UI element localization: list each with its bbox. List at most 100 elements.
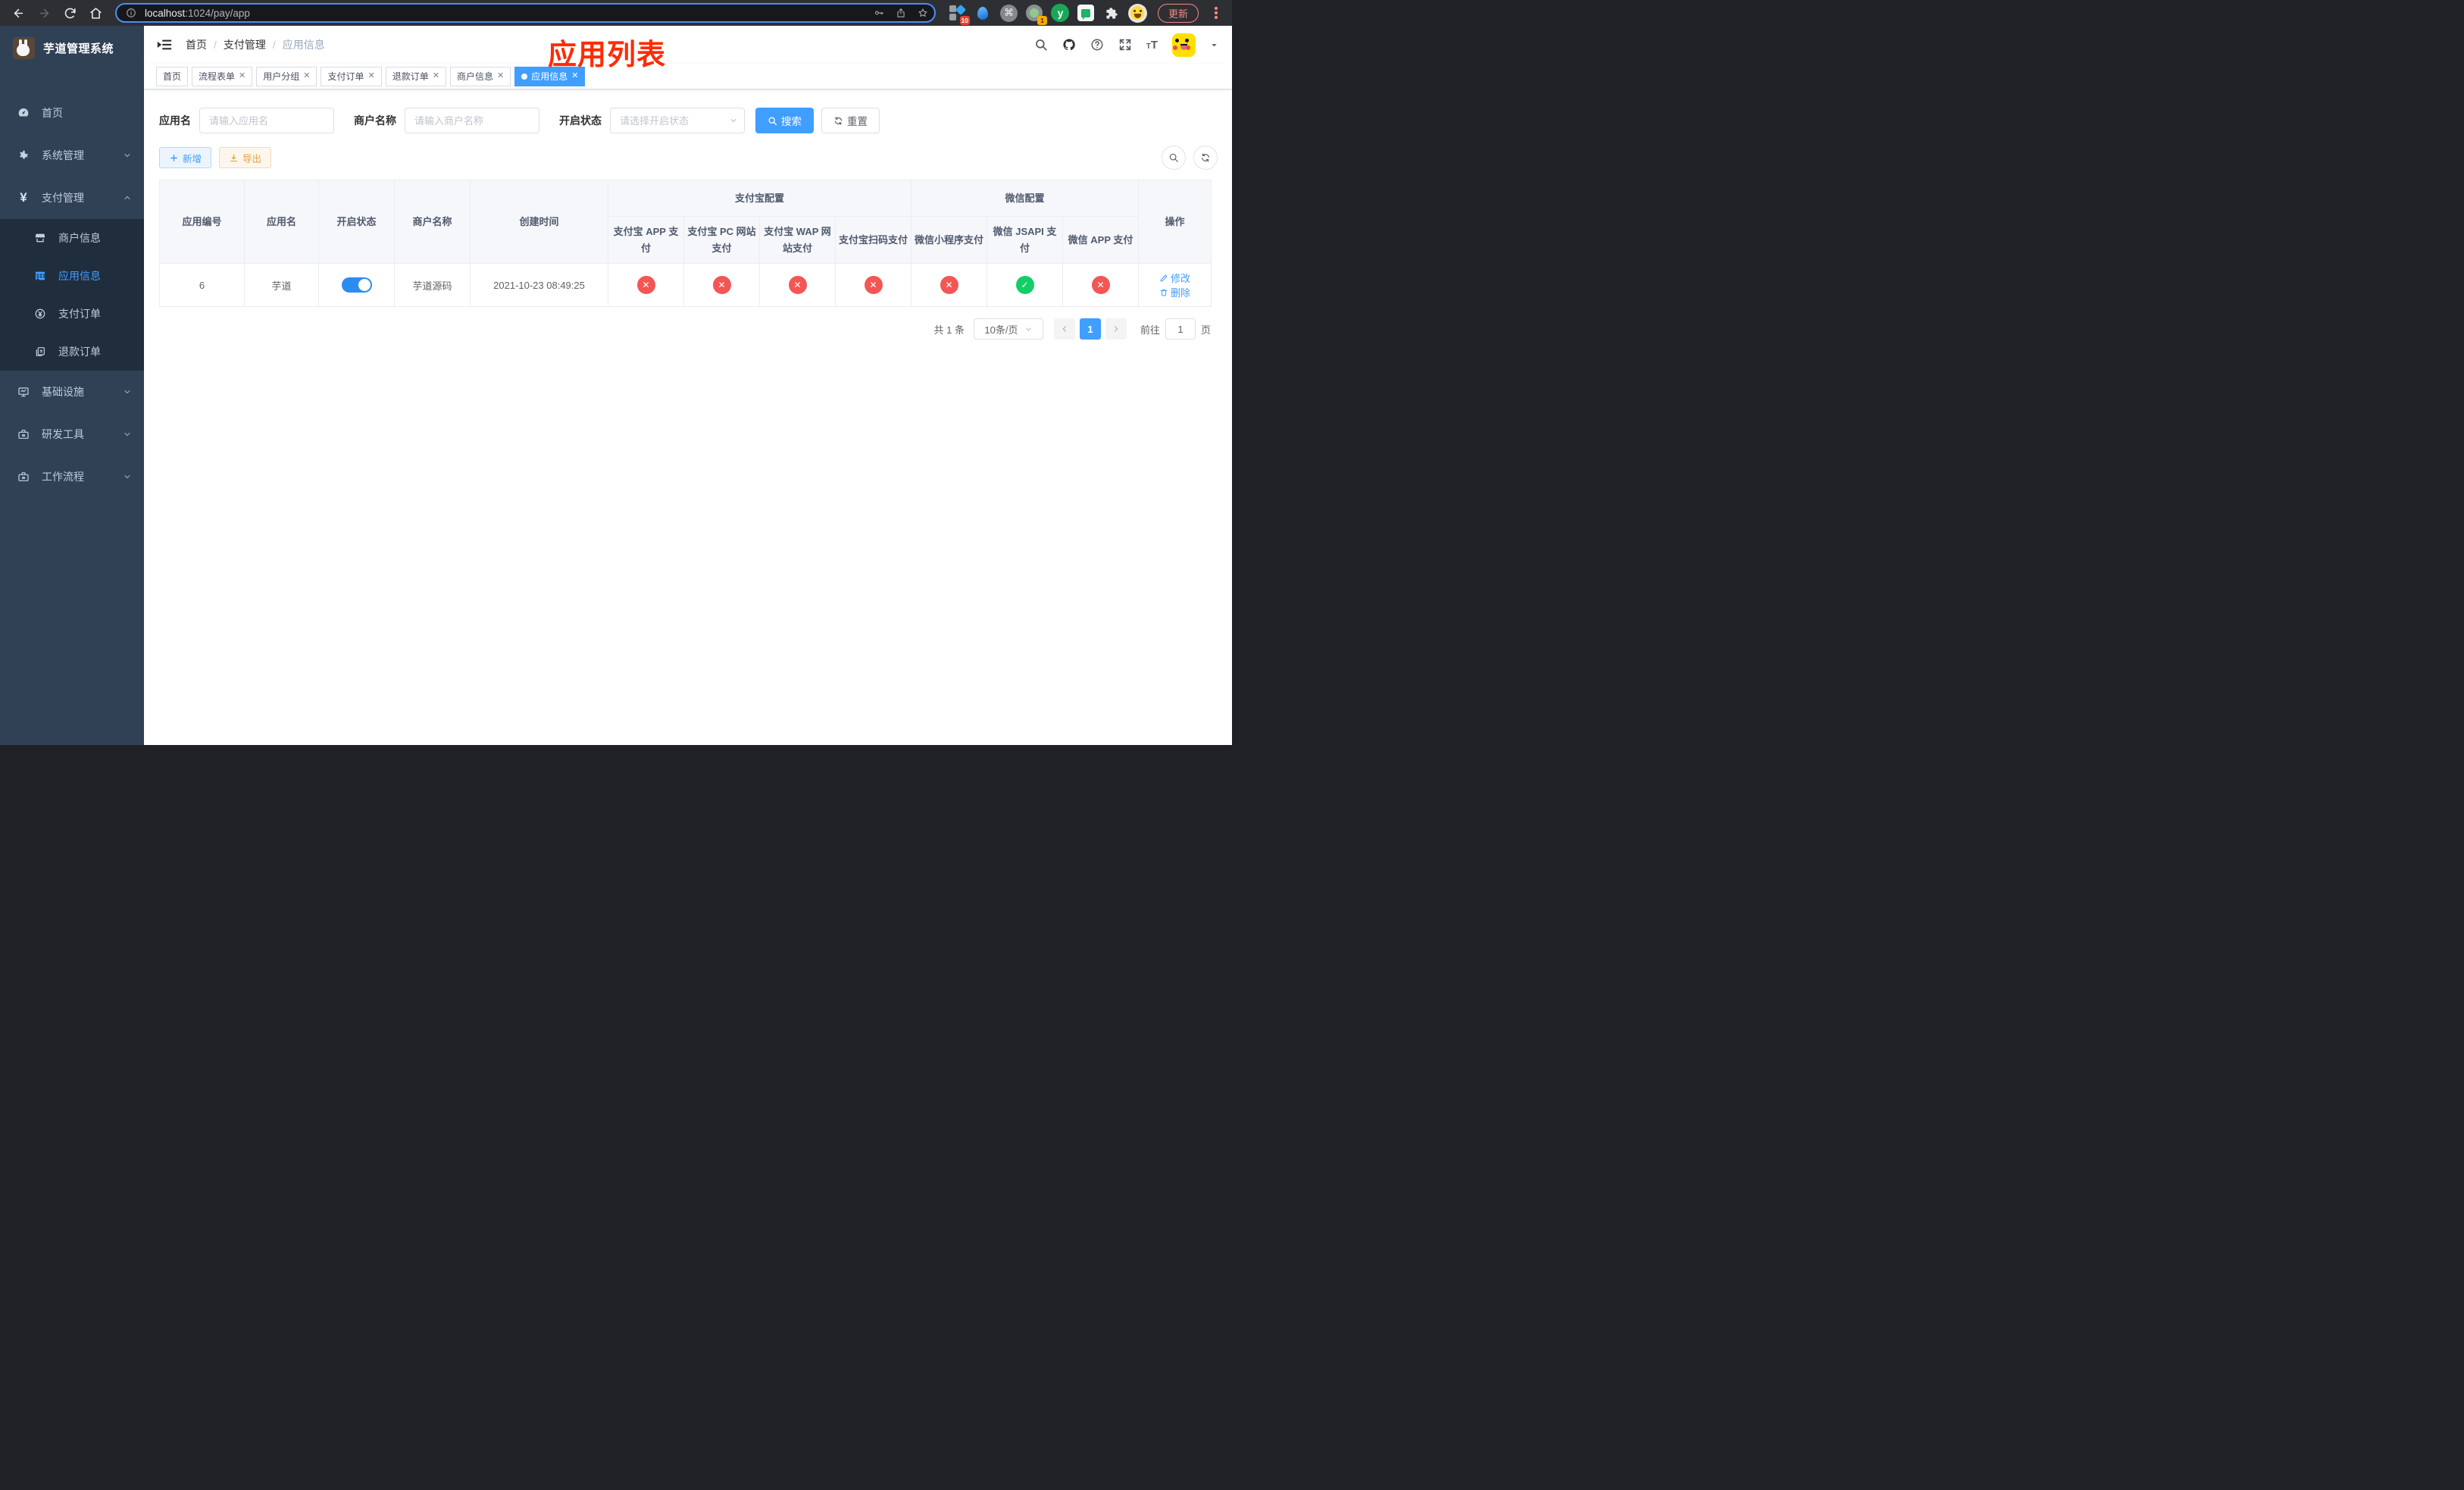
sidebar-menu: 首页 系统管理 ¥ 支付管理 商户信息 应用信息 支付订单 退款订单 基础设施 …: [0, 92, 144, 498]
search-icon[interactable]: [1034, 38, 1048, 52]
browser-menu-icon[interactable]: [1209, 7, 1223, 19]
reload-icon[interactable]: [59, 2, 80, 23]
collapse-sidebar-icon[interactable]: [156, 36, 173, 53]
tab-home[interactable]: 首页: [156, 66, 189, 86]
status-cross-icon: ✕: [940, 276, 958, 294]
home-icon[interactable]: [85, 2, 106, 23]
extension-camera-icon[interactable]: 1: [1025, 4, 1047, 25]
extension-y-icon[interactable]: y: [1051, 4, 1070, 23]
extension-puzzle-icon[interactable]: [1102, 4, 1121, 23]
yen-icon: ¥: [20, 190, 27, 205]
sidebar-item-workflow[interactable]: 工作流程: [0, 455, 144, 498]
dashboard-icon: [17, 106, 30, 120]
toggle-search-button[interactable]: [1162, 146, 1186, 170]
sidebar-item-payment[interactable]: ¥ 支付管理: [0, 177, 144, 219]
sidebar-item-system[interactable]: 系统管理: [0, 134, 144, 177]
app-name-label: 应用名: [159, 114, 191, 127]
chevron-down-icon: [123, 472, 132, 481]
forward-icon[interactable]: [33, 2, 55, 23]
chevron-down-icon: [123, 430, 132, 439]
close-icon[interactable]: ✕: [303, 72, 310, 80]
table-row: 6 芋道 芋道源码 2021-10-23 08:49:25 ✕ ✕ ✕ ✕ ✕ …: [159, 263, 1212, 307]
col-header-actions: 操作: [1138, 180, 1212, 264]
refresh-button[interactable]: [1193, 146, 1218, 170]
tab-user-group[interactable]: 用户分组 ✕: [256, 66, 317, 86]
sidebar-item-app-info[interactable]: 应用信息: [0, 257, 144, 295]
site-info-icon[interactable]: [123, 5, 139, 21]
reset-button[interactable]: 重置: [821, 108, 880, 133]
status-select[interactable]: [610, 108, 745, 133]
breadcrumb-section[interactable]: 支付管理: [224, 37, 266, 52]
col-header-wx-mini: 微信小程序支付: [911, 216, 988, 264]
close-icon[interactable]: ✕: [433, 72, 439, 80]
extension-kite-icon[interactable]: [974, 4, 993, 23]
export-button[interactable]: 导出: [219, 147, 272, 168]
gear-icon: [17, 149, 30, 162]
avatar[interactable]: [1172, 33, 1196, 57]
help-icon[interactable]: [1090, 38, 1104, 52]
status-cross-icon: ✕: [864, 276, 883, 294]
status-cross-icon: ✕: [1091, 276, 1110, 294]
url-text[interactable]: localhost:1024/pay/app: [145, 8, 865, 19]
breadcrumb-home[interactable]: 首页: [186, 37, 207, 52]
sidebar-item-label: 基础设施: [42, 386, 84, 398]
sidebar-item-infrastructure[interactable]: 基础设施: [0, 371, 144, 413]
next-page-button[interactable]: [1105, 318, 1127, 340]
github-icon[interactable]: [1062, 38, 1076, 52]
back-icon[interactable]: [8, 2, 29, 23]
sidebar-item-pay-order[interactable]: 支付订单: [0, 295, 144, 333]
sidebar-item-home[interactable]: 首页: [0, 92, 144, 134]
filter-bar: 应用名 商户名称 开启状态 搜索 重置: [159, 108, 1218, 133]
close-icon[interactable]: ✕: [497, 72, 504, 80]
enable-toggle[interactable]: [341, 277, 372, 293]
password-key-icon[interactable]: [871, 5, 887, 21]
close-icon[interactable]: ✕: [368, 72, 375, 80]
tab-merchant-info[interactable]: 商户信息 ✕: [449, 66, 511, 86]
page-content: 应用名 商户名称 开启状态 搜索 重置 新增: [144, 89, 1232, 745]
tab-pay-order[interactable]: 支付订单 ✕: [321, 66, 382, 86]
merchant-name-input[interactable]: [405, 108, 539, 133]
delete-link[interactable]: 删除: [1159, 285, 1190, 299]
screen: localhost:1024/pay/app 10 ⌘ 1 y 更新 芋道管理系…: [0, 0, 1232, 745]
breadcrumb: 首页 / 支付管理 / 应用信息: [186, 37, 325, 52]
cell-merchant: 芋道源码: [394, 263, 471, 307]
yen-circle-icon: [33, 307, 47, 321]
prev-page-button[interactable]: [1053, 318, 1075, 340]
chevron-down-icon: [123, 151, 132, 160]
pagination: 共 1 条 10条/页 1 前往 页: [159, 318, 1211, 340]
search-button[interactable]: 搜索: [755, 108, 814, 133]
col-header-alipay-wap: 支付宝 WAP 网站支付: [759, 216, 836, 264]
address-bar[interactable]: localhost:1024/pay/app: [115, 3, 936, 23]
extension-emoji-icon[interactable]: [1127, 3, 1147, 23]
status-select-input[interactable]: [610, 108, 745, 133]
browser-update-button[interactable]: 更新: [1157, 3, 1199, 23]
sidebar-logo[interactable]: 芋道管理系统: [0, 26, 144, 70]
goto-unit-label: 页: [1200, 324, 1211, 336]
close-icon[interactable]: ✕: [571, 72, 578, 80]
page-size-select[interactable]: 10条/页: [973, 318, 1043, 340]
goto-page-input[interactable]: [1165, 318, 1196, 340]
edit-link[interactable]: 修改: [1159, 271, 1190, 285]
tab-process-form[interactable]: 流程表单 ✕: [192, 66, 253, 86]
col-header-wx-app: 微信 APP 支付: [1062, 216, 1140, 264]
fullscreen-icon[interactable]: [1118, 38, 1132, 52]
sidebar-item-dev-tools[interactable]: 研发工具: [0, 413, 144, 455]
tab-refund-order[interactable]: 退款订单 ✕: [385, 66, 446, 86]
extension-chat-icon[interactable]: [1077, 4, 1096, 23]
page-number-1[interactable]: 1: [1079, 318, 1101, 340]
extension-command-icon[interactable]: ⌘: [999, 4, 1018, 23]
sidebar-item-refund-order[interactable]: 退款订单: [0, 333, 144, 371]
sidebar-item-label: 系统管理: [42, 149, 84, 161]
share-icon[interactable]: [893, 5, 909, 21]
navbar-actions: TT: [1034, 33, 1218, 57]
font-size-icon[interactable]: TT: [1146, 39, 1158, 51]
close-icon[interactable]: ✕: [239, 72, 245, 80]
extension-grid-icon[interactable]: 10: [948, 4, 970, 25]
avatar-caret-icon[interactable]: [1210, 41, 1218, 49]
add-button[interactable]: 新增: [159, 147, 212, 168]
cell-status: [318, 263, 395, 307]
sidebar-item-merchant-info[interactable]: 商户信息: [0, 219, 144, 257]
sidebar-item-label: 工作流程: [42, 471, 84, 483]
app-name-input[interactable]: [199, 108, 334, 133]
bookmark-star-icon[interactable]: [915, 5, 931, 21]
